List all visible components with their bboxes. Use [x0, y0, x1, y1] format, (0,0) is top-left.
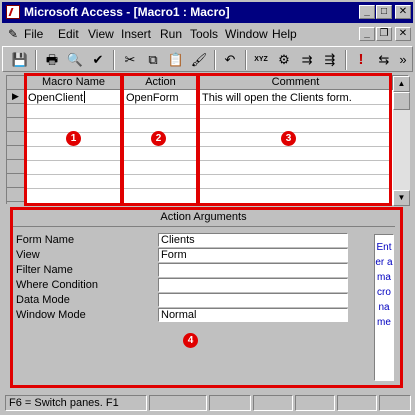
doc-minimize-button[interactable]: _ [359, 27, 375, 41]
annotation-badge-1: 1 [66, 131, 81, 146]
scroll-up-icon[interactable]: ▲ [393, 76, 410, 92]
status-bar: F6 = Switch panes. F1 [2, 393, 413, 413]
annotation-box-action-arguments [10, 207, 403, 388]
format-painter-icon[interactable]: 🖌 [188, 50, 210, 70]
run-icon[interactable]: ! [350, 50, 372, 70]
delete-rows-icon[interactable]: ⇶ [319, 50, 341, 70]
close-button[interactable]: ✕ [395, 5, 411, 19]
row-selector[interactable] [7, 174, 25, 188]
print-preview-icon[interactable]: 🔍 [64, 50, 86, 70]
current-row-marker-icon[interactable]: ▶ [7, 90, 25, 104]
row-selector[interactable] [7, 104, 25, 118]
menu-help[interactable]: Help [272, 27, 297, 41]
toolbar-separator [113, 50, 115, 70]
insert-rows-icon[interactable]: ⇉ [296, 50, 318, 70]
macro-document-icon[interactable]: ✎ [6, 27, 20, 41]
scroll-thumb[interactable] [393, 92, 410, 110]
menu-file[interactable]: File [24, 27, 43, 41]
conditions-icon[interactable]: ⚙ [273, 50, 295, 70]
row-selector-column: ▶ [7, 76, 25, 206]
spelling-icon[interactable]: ✔ [87, 50, 109, 70]
doc-close-button[interactable]: ✕ [395, 27, 411, 41]
row-selector[interactable] [7, 160, 25, 174]
menu-run[interactable]: Run [160, 27, 182, 41]
maximize-button[interactable]: □ [376, 5, 392, 19]
doc-restore-button[interactable]: ❐ [376, 27, 392, 41]
macro-toolbar: 💾 🖶 🔍 ✔ ✂ ⧉ 📋 🖌 ↶ XYZ ⚙ ⇉ ⇶ ! ⇆ » [2, 46, 413, 72]
macro-names-icon[interactable]: XYZ [250, 50, 272, 70]
print-icon[interactable]: 🖶 [41, 50, 63, 70]
menu-view[interactable]: View [88, 27, 114, 41]
row-selector[interactable] [7, 188, 25, 202]
toolbar-separator [345, 50, 347, 70]
status-panel [379, 395, 411, 411]
paste-icon[interactable]: 📋 [165, 50, 187, 70]
status-panel [209, 395, 251, 411]
toolbar-separator [214, 50, 216, 70]
undo-icon[interactable]: ↶ [219, 50, 241, 70]
toolbar-separator [35, 50, 37, 70]
row-selector[interactable] [7, 118, 25, 132]
menu-edit[interactable]: Edit [58, 27, 79, 41]
row-selector[interactable] [7, 146, 25, 160]
single-step-icon[interactable]: ⇆ [373, 50, 395, 70]
minimize-button[interactable]: _ [359, 5, 375, 19]
toolbar-separator [245, 50, 247, 70]
grid-vertical-scrollbar[interactable]: ▲ ▼ [393, 76, 410, 206]
status-panel [337, 395, 377, 411]
access-app-icon[interactable] [6, 5, 20, 19]
cut-icon[interactable]: ✂ [119, 50, 141, 70]
save-icon[interactable]: 💾 [9, 50, 31, 70]
more-buttons-icon[interactable]: » [396, 50, 410, 70]
status-panel [253, 395, 293, 411]
annotation-badge-4: 4 [183, 333, 198, 348]
row-selector[interactable] [7, 132, 25, 146]
menu-insert[interactable]: Insert [121, 27, 151, 41]
copy-icon[interactable]: ⧉ [142, 50, 164, 70]
menu-tools[interactable]: Tools [190, 27, 218, 41]
annotation-badge-3: 3 [281, 131, 296, 146]
status-panel [295, 395, 335, 411]
menu-bar: ✎ File Edit View Insert Run Tools Window… [2, 24, 413, 44]
status-text: F6 = Switch panes. F1 [5, 395, 147, 411]
title-bar: Microsoft Access - [Macro1 : Macro] _ □ … [2, 2, 413, 23]
scroll-down-icon[interactable]: ▼ [393, 190, 410, 206]
annotation-badge-2: 2 [151, 131, 166, 146]
menu-window[interactable]: Window [225, 27, 268, 41]
window-title: Microsoft Access - [Macro1 : Macro] [24, 5, 230, 19]
status-panel [149, 395, 207, 411]
corner-selector[interactable] [7, 76, 25, 90]
